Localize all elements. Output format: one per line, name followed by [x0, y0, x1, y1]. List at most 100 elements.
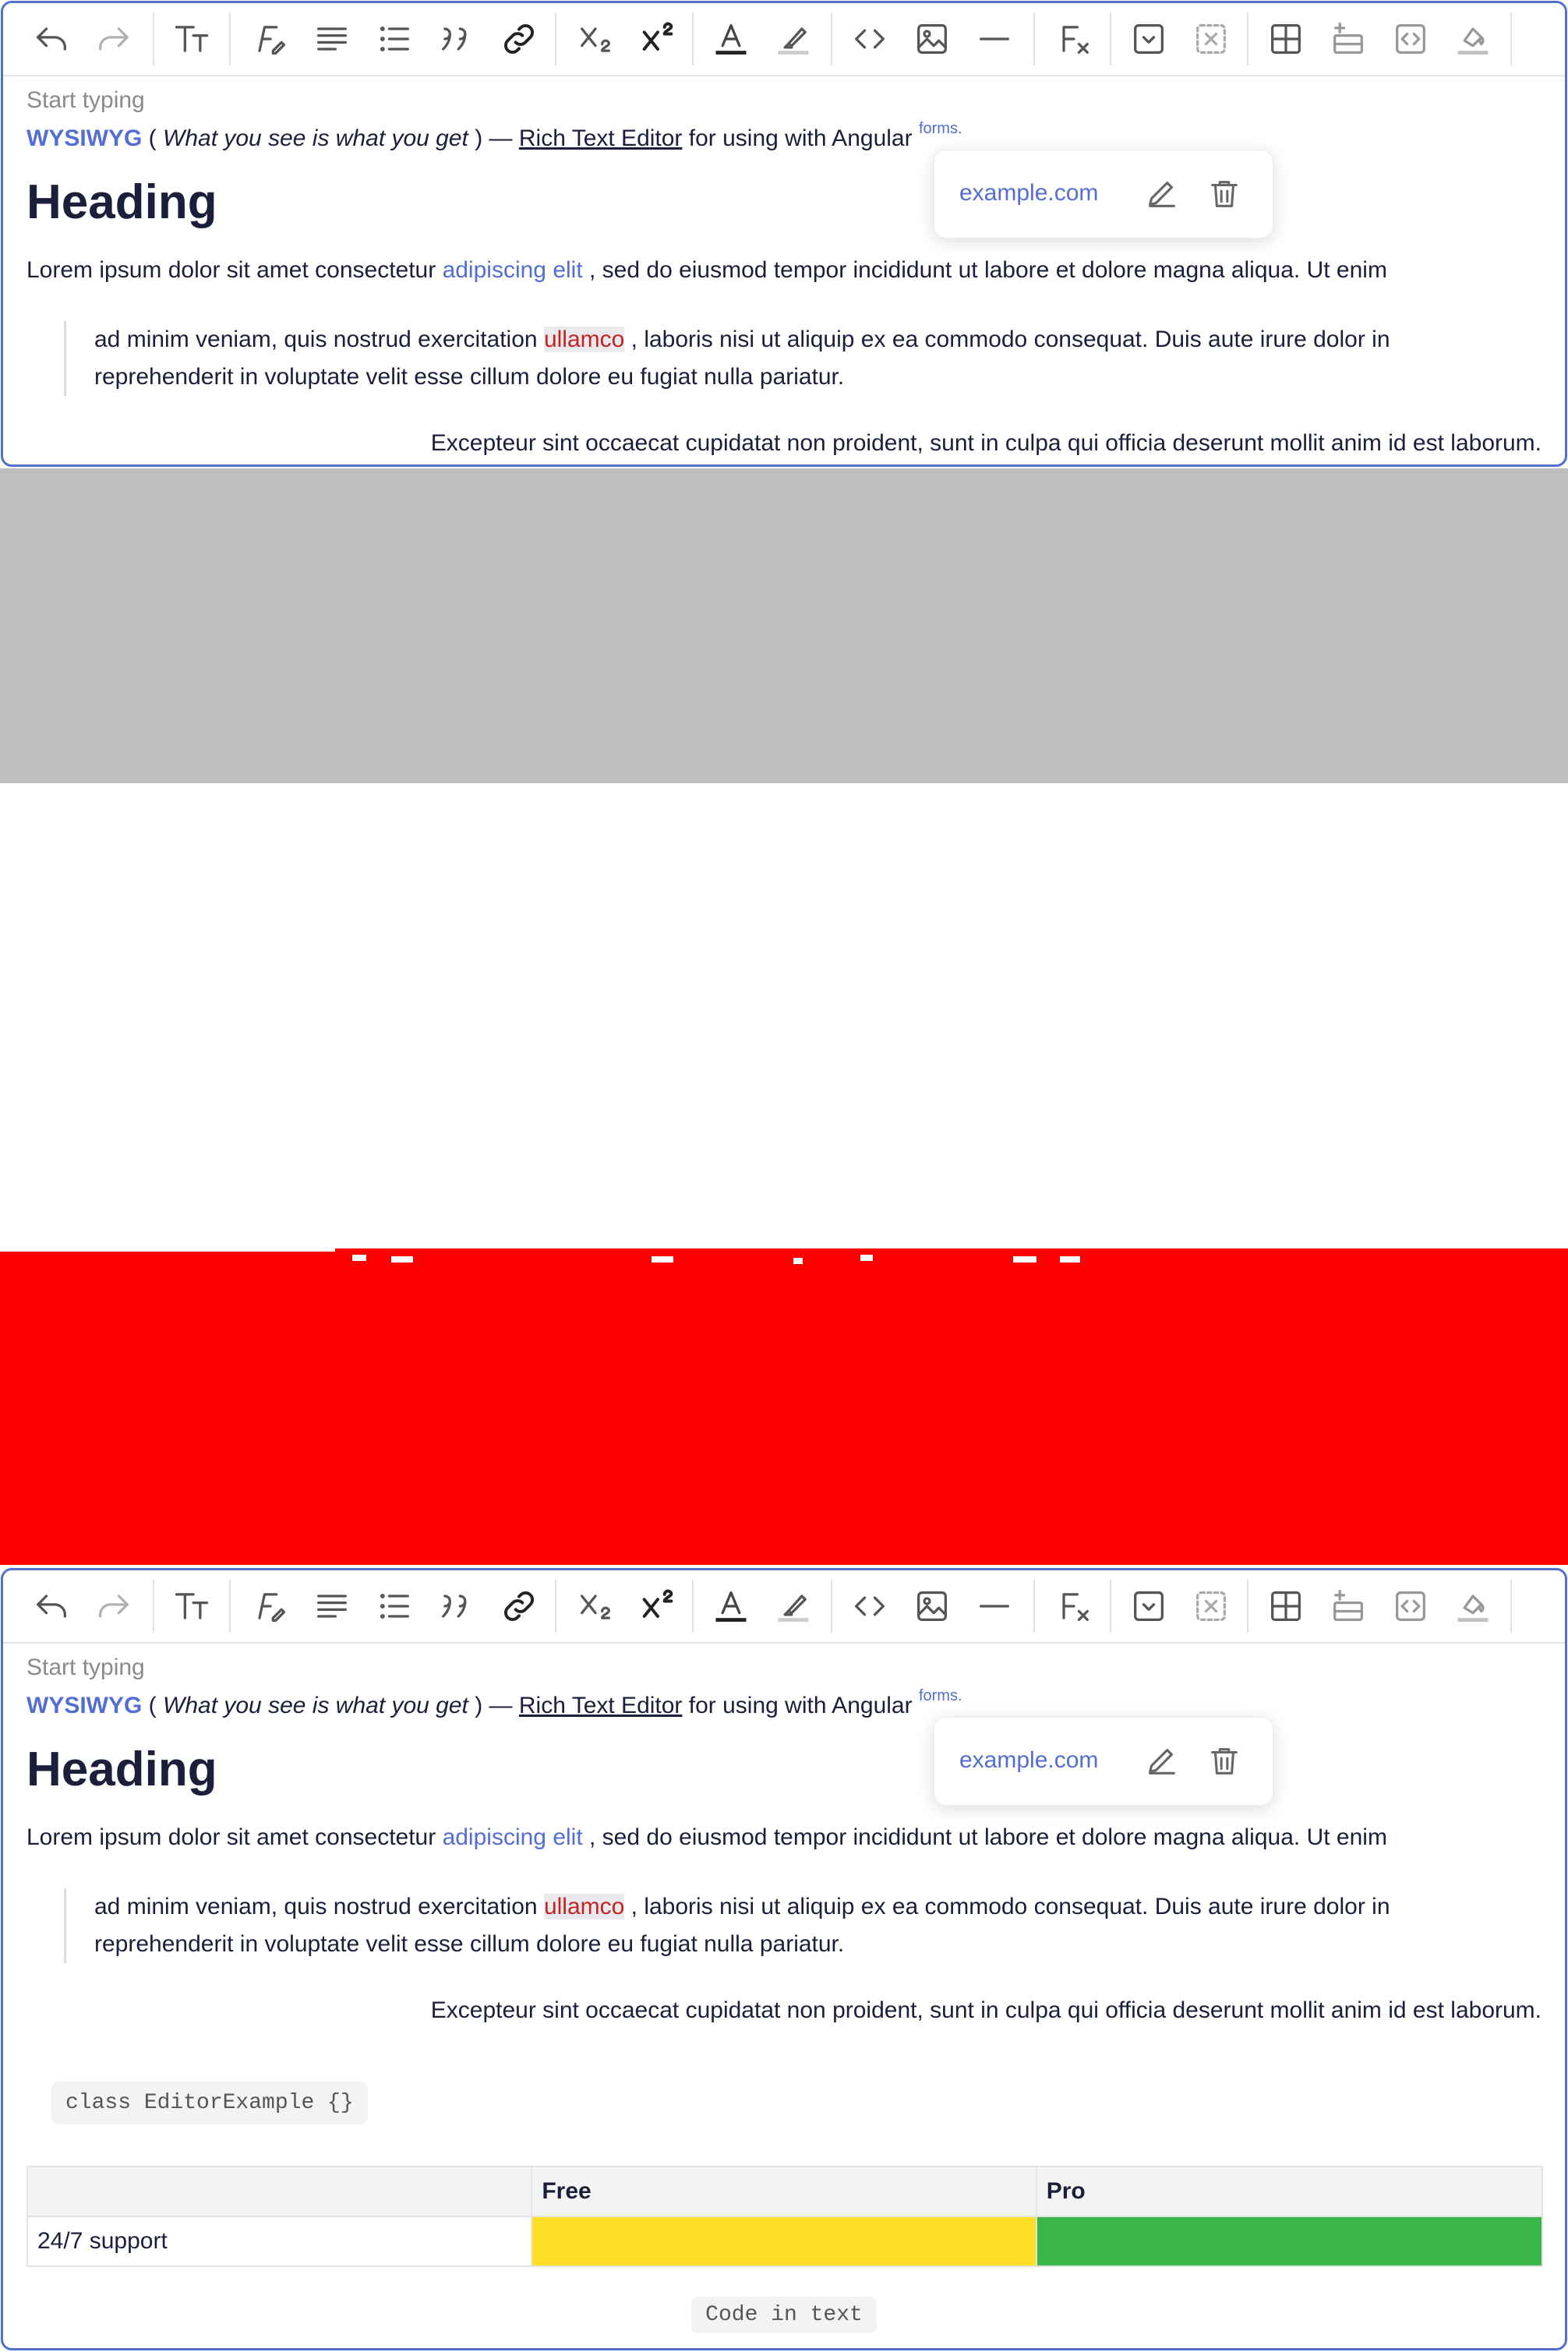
table-insert-button[interactable]	[1323, 14, 1373, 64]
horizontal-rule-button[interactable]	[969, 1581, 1019, 1631]
table-header-cell[interactable]	[26, 2166, 533, 2217]
edit-link-button[interactable]	[1140, 1739, 1184, 1783]
embed-button[interactable]	[1386, 1581, 1436, 1631]
inline-code: Code in text	[691, 2297, 877, 2333]
redo-button[interactable]	[89, 1581, 139, 1631]
font-size-icon	[175, 26, 209, 52]
red-band-notch	[793, 1258, 803, 1264]
text-color-button[interactable]	[706, 14, 756, 64]
lorem-end: , sed do eiusmod tempor incididunt ut la…	[582, 1824, 1387, 1850]
link-popup-url[interactable]: example.com	[959, 180, 1098, 207]
highlight-button[interactable]	[768, 1581, 818, 1631]
redo-button[interactable]	[89, 14, 139, 64]
remove-link-button[interactable]	[1202, 1739, 1246, 1783]
table-cell-free[interactable]	[531, 2216, 1037, 2267]
red-band-notch	[1060, 1256, 1080, 1263]
highlight-button[interactable]	[768, 14, 818, 64]
dropdown-remove-button[interactable]	[1186, 14, 1236, 64]
list-button[interactable]	[369, 14, 419, 64]
align-button[interactable]	[307, 1581, 357, 1631]
editor-content[interactable]: Start typing WYSIWYG ( What you see is w…	[3, 78, 1565, 464]
dropdown-button[interactable]	[1124, 1581, 1174, 1631]
subscript-button[interactable]	[570, 1581, 620, 1631]
list-icon	[380, 26, 409, 51]
toolbar-separator	[1110, 12, 1111, 65]
embed-icon	[1396, 1591, 1425, 1621]
embed-button[interactable]	[1386, 14, 1436, 64]
subscript-icon	[581, 1594, 610, 1619]
table-cell[interactable]: 24/7 support	[26, 2216, 533, 2267]
dropdown-button[interactable]	[1124, 14, 1174, 64]
text-color-button[interactable]	[706, 1581, 756, 1631]
align-button[interactable]	[307, 14, 357, 64]
image-button[interactable]	[907, 1581, 957, 1631]
table-button[interactable]	[1261, 14, 1311, 64]
quote-button[interactable]	[432, 14, 482, 64]
forms-superscript: forms.	[918, 120, 962, 137]
superscript-button[interactable]	[633, 14, 683, 64]
paren-close: ) —	[468, 125, 519, 151]
toolbar-separator	[229, 1580, 231, 1633]
red-band-notch	[352, 1255, 366, 1261]
list-icon	[380, 1594, 409, 1619]
cell-color-button[interactable]	[1448, 1581, 1498, 1631]
code-button[interactable]	[845, 14, 895, 64]
paren-open: (	[142, 1693, 164, 1718]
dropdown-remove-button[interactable]	[1186, 1581, 1236, 1631]
remove-link-button[interactable]	[1202, 172, 1246, 216]
horizontal-rule-button[interactable]	[969, 14, 1019, 64]
rte-link[interactable]: Rich Text Editor	[519, 1693, 683, 1718]
intro-paragraph: WYSIWYG ( What you see is what you get )…	[26, 1687, 962, 1719]
code-button[interactable]	[845, 1581, 895, 1631]
table-header-cell[interactable]: Pro	[1035, 2166, 1544, 2217]
text-color-icon	[715, 24, 747, 55]
red-band-notch	[860, 1255, 873, 1261]
red-band-notch	[391, 1256, 413, 1263]
subscript-button[interactable]	[570, 14, 620, 64]
undo-button[interactable]	[26, 1581, 76, 1631]
table-icon	[1271, 24, 1301, 54]
toolbar-separator	[153, 12, 154, 65]
superscript-icon	[642, 22, 673, 51]
for-using-text: for using with Angular	[682, 125, 919, 151]
table-header-cell[interactable]: Free	[531, 2166, 1037, 2217]
adipiscing-link[interactable]: adipiscing elit	[443, 1824, 583, 1850]
rte-link[interactable]: Rich Text Editor	[519, 125, 683, 151]
link-popup: example.com	[934, 1717, 1273, 1806]
link-button[interactable]	[494, 1581, 544, 1631]
lorem-start: Lorem ipsum dolor sit amet consectetur	[26, 257, 443, 283]
excepteur-paragraph: Excepteur sint occaecat cupidatat non pr…	[430, 1997, 1542, 2023]
clear-format-icon	[1062, 26, 1089, 54]
clear-format-button[interactable]	[1049, 14, 1099, 64]
adipiscing-link[interactable]: adipiscing elit	[443, 257, 583, 283]
font-size-button[interactable]	[167, 1581, 217, 1631]
font-style-button[interactable]	[245, 14, 295, 64]
editor-placeholder: Start typing	[26, 1655, 145, 1680]
table-button[interactable]	[1261, 1581, 1311, 1631]
table-insert-button[interactable]	[1323, 1581, 1373, 1631]
brand-text: WYSIWYG	[26, 125, 143, 151]
table-cell-pro[interactable]	[1035, 2216, 1544, 2267]
link-button[interactable]	[494, 14, 544, 64]
table-icon	[1271, 1591, 1301, 1621]
image-icon	[917, 24, 947, 54]
superscript-button[interactable]	[633, 1581, 683, 1631]
clear-format-button[interactable]	[1049, 1581, 1099, 1631]
link-popup: example.com	[934, 150, 1273, 238]
font-style-button[interactable]	[245, 1581, 295, 1631]
red-band-edge	[0, 1248, 335, 1252]
edit-link-button[interactable]	[1140, 172, 1184, 216]
font-size-button[interactable]	[167, 14, 217, 64]
quote-button[interactable]	[432, 1581, 482, 1631]
highlight-icon	[778, 1594, 809, 1622]
quote-start: ad minim veniam, quis nostrud exercitati…	[94, 327, 544, 352]
cell-color-icon	[1457, 27, 1489, 55]
for-using-text: for using with Angular	[682, 1693, 919, 1718]
quote-icon	[442, 1594, 467, 1618]
cell-color-button[interactable]	[1448, 14, 1498, 64]
undo-button[interactable]	[26, 14, 76, 64]
list-button[interactable]	[369, 1581, 419, 1631]
link-popup-url[interactable]: example.com	[959, 1747, 1098, 1774]
editor-content[interactable]: Start typing WYSIWYG ( What you see is w…	[3, 1645, 1565, 2348]
image-button[interactable]	[907, 14, 957, 64]
